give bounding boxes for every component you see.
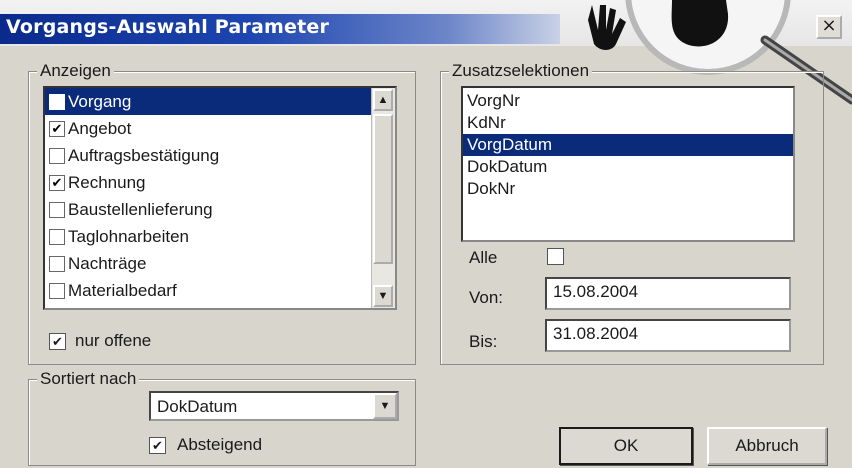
list-item[interactable]: DokNr bbox=[463, 178, 793, 200]
list-item-checkbox[interactable]: ✔ bbox=[49, 174, 65, 191]
list-item-checkbox[interactable] bbox=[49, 255, 65, 272]
list-item-checkbox[interactable]: ✔ bbox=[49, 120, 65, 137]
list-item[interactable]: Baustellenlieferung bbox=[45, 196, 395, 223]
list-item-checkbox[interactable] bbox=[49, 282, 65, 299]
list-item[interactable]: DokDatum bbox=[463, 156, 793, 178]
anzeigen-group: Anzeigen Vorgang ✔ Angebot Auftragsbestätig… bbox=[28, 61, 416, 365]
vorgang-type-listbox[interactable]: Vorgang ✔ Angebot Auftragsbestätigung ✔ Rechn… bbox=[43, 86, 397, 310]
list-item-label: Materialbedarf bbox=[68, 280, 177, 300]
sortiert-legend: Sortiert nach bbox=[37, 369, 140, 389]
anzeigen-legend: Anzeigen bbox=[37, 61, 114, 81]
scroll-up-button[interactable]: ▲ bbox=[373, 89, 393, 111]
list-item-checkbox[interactable] bbox=[49, 201, 65, 218]
alle-checkbox[interactable] bbox=[547, 248, 564, 265]
list-item-label: Rechnung bbox=[68, 172, 146, 192]
scroll-thumb[interactable] bbox=[373, 114, 393, 264]
sortiert-group: Sortiert nach DokDatum ▼ ✔ Absteigend bbox=[28, 369, 416, 466]
scroll-up-icon: ▲ bbox=[377, 94, 389, 106]
list-item-label: Nachträge bbox=[68, 253, 147, 273]
list-item[interactable]: Auftragsbestätigung bbox=[45, 142, 395, 169]
cancel-button[interactable]: Abbruch bbox=[707, 427, 827, 465]
list-item[interactable]: Taglohnarbeiten bbox=[45, 223, 395, 250]
chevron-down-icon[interactable]: ▼ bbox=[373, 393, 397, 419]
nur-offene-checkbox[interactable]: ✔ bbox=[49, 333, 66, 350]
checkmark-icon: ✔ bbox=[152, 438, 163, 453]
scroll-down-icon: ▼ bbox=[377, 290, 389, 302]
sort-field-select[interactable]: DokDatum ▼ bbox=[149, 391, 399, 421]
vorgang-type-rows: Vorgang ✔ Angebot Auftragsbestätigung ✔ Rechn… bbox=[45, 88, 395, 304]
alle-label: Alle bbox=[469, 248, 498, 267]
list-item-label: Auftragsbestätigung bbox=[68, 145, 220, 165]
list-item-label: Baustellenlieferung bbox=[68, 199, 213, 219]
list-item[interactable]: KdNr bbox=[463, 112, 793, 134]
zusatz-legend: Zusatzselektionen bbox=[449, 61, 593, 81]
list-item[interactable]: VorgDatum bbox=[463, 134, 793, 156]
list-item-label: Angebot bbox=[68, 118, 132, 138]
ok-button[interactable]: OK bbox=[559, 427, 693, 465]
list-item[interactable]: Vorgang bbox=[45, 88, 395, 115]
list-item[interactable]: ✔ Angebot bbox=[45, 115, 395, 142]
zusatz-rows: VorgNr KdNr VorgDatum DokDatum DokNr bbox=[463, 90, 793, 200]
bis-label: Bis: bbox=[469, 332, 498, 351]
vorgang-type-scrollbar[interactable]: ▲ ▼ bbox=[371, 88, 395, 308]
von-date-input[interactable]: 15.08.2004 bbox=[545, 277, 791, 310]
list-item-label: Vorgang bbox=[68, 91, 132, 111]
zusatz-listbox[interactable]: VorgNr KdNr VorgDatum DokDatum DokNr bbox=[461, 86, 795, 242]
bis-date-input[interactable]: 31.08.2004 bbox=[545, 319, 791, 352]
zusatz-group: Zusatzselektionen VorgNr KdNr VorgDatum Dok… bbox=[440, 61, 824, 365]
von-label: Von: bbox=[469, 288, 504, 307]
list-item-checkbox[interactable] bbox=[49, 147, 65, 164]
absteigend-checkbox[interactable]: ✔ bbox=[149, 437, 166, 454]
list-item[interactable]: Nachträge bbox=[45, 250, 395, 277]
checkmark-icon: ✔ bbox=[52, 334, 63, 349]
list-item-label: Taglohnarbeiten bbox=[68, 226, 189, 246]
list-item[interactable]: VorgNr bbox=[463, 90, 793, 112]
list-item[interactable]: Materialbedarf bbox=[45, 277, 395, 304]
list-item-checkbox[interactable] bbox=[49, 93, 65, 110]
window-title: Vorgangs-Auswahl Parameter bbox=[6, 16, 330, 38]
sort-field-value: DokDatum bbox=[157, 397, 238, 416]
scroll-down-button[interactable]: ▼ bbox=[373, 285, 393, 307]
nur-offene-label: nur offene bbox=[75, 331, 152, 350]
list-item[interactable]: ✔ Rechnung bbox=[45, 169, 395, 196]
list-item-checkbox[interactable] bbox=[49, 228, 65, 245]
dialog-window: Vorgangs-Auswahl Parameter × Anzeigen Vo… bbox=[0, 0, 852, 468]
absteigend-label: Absteigend bbox=[177, 435, 263, 454]
